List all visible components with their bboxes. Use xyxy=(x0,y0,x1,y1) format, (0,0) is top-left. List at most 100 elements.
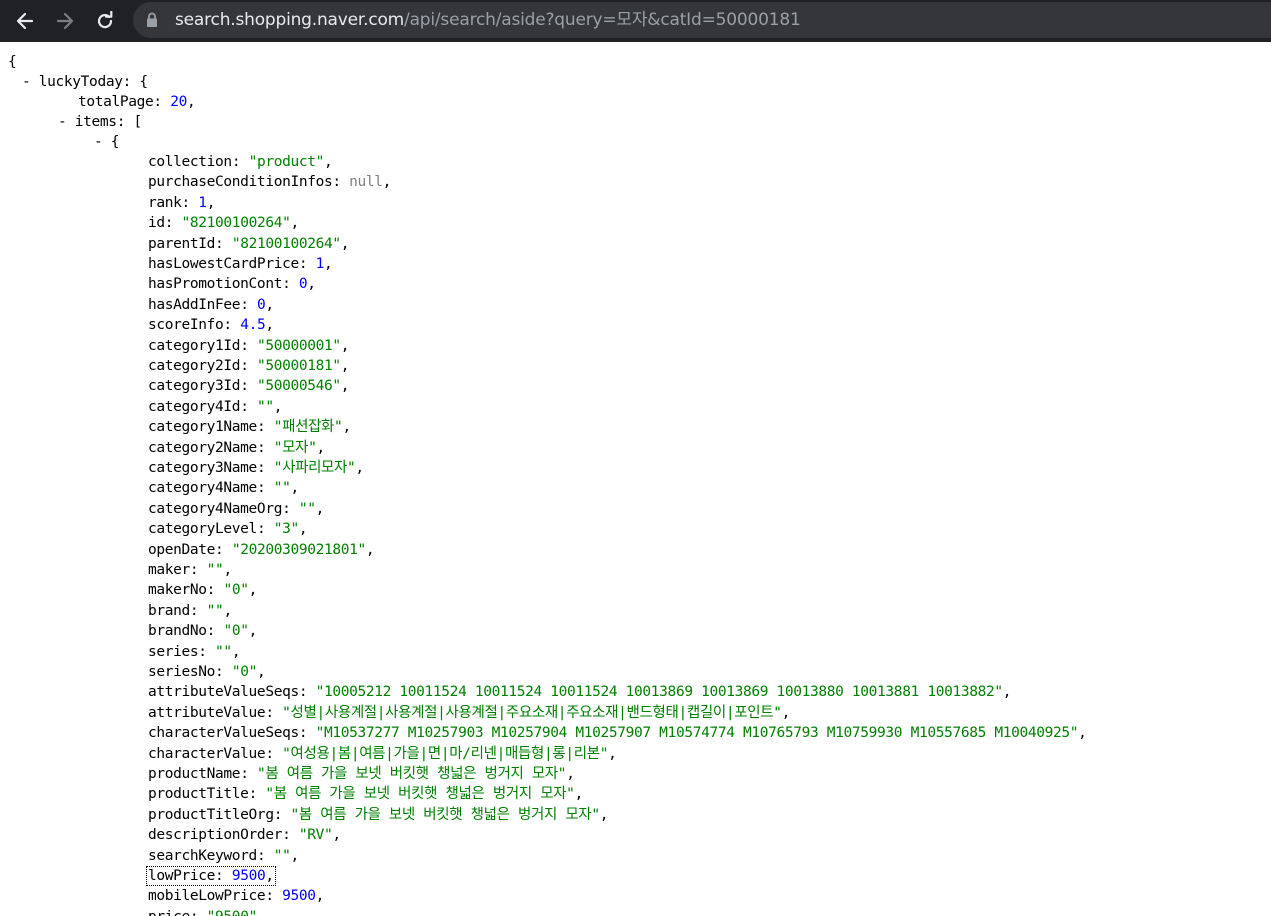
json-field-row: categoryLevel: "3", xyxy=(148,519,308,539)
json-field-row: category3Name: "사파리모자", xyxy=(148,458,364,478)
json-field-row: attributeValue: "성별|사용계절|사용계절|사용계절|주요소재|… xyxy=(148,703,790,723)
json-field: brandNo: "0", xyxy=(148,623,257,640)
json-value: 9500 xyxy=(282,888,316,905)
json-field-row: category1Id: "50000001", xyxy=(148,336,350,356)
json-field: attributeValue: "성별|사용계절|사용계절|사용계절|주요소재|… xyxy=(148,704,790,721)
json-field-row: id: "82100100264", xyxy=(148,213,299,233)
json-key: brand xyxy=(148,602,190,619)
json-value: "0" xyxy=(223,623,249,640)
json-field: category3Name: "사파리모자", xyxy=(148,460,364,476)
json-value: "여성용|봄|여름|가을|면|마/리넨|매듭형|롱|리본" xyxy=(282,745,609,762)
json-field-row: hasPromotionCont: 0, xyxy=(148,274,316,294)
json-value: "RV" xyxy=(298,827,333,844)
json-key: category4NameOrg xyxy=(148,500,283,517)
json-key: productName xyxy=(148,766,241,782)
json-value: "9500" xyxy=(207,909,258,916)
json-field: productTitle: "봄 여름 가을 보넷 버킷햇 챙넓은 벙거지 모자… xyxy=(148,786,583,803)
json-field: parentId: "82100100264", xyxy=(148,235,350,252)
json-value: 4.5 xyxy=(240,317,266,334)
json-key: category2Name xyxy=(148,439,257,456)
json-value: "사파리모자" xyxy=(273,460,356,476)
json-field-row: lowPrice: 9500, xyxy=(146,866,276,886)
json-field: productTitleOrg: "봄 여름 가을 보넷 버킷햇 챙넓은 벙거지… xyxy=(148,806,609,823)
json-field-row: series: "", xyxy=(148,642,241,662)
json-value: "3" xyxy=(273,521,299,538)
json-value: "" xyxy=(206,602,224,619)
json-key: category4Id xyxy=(148,398,241,415)
json-key: rank xyxy=(148,194,182,211)
json-key: characterValue xyxy=(148,745,266,762)
json-field: category3Id: "50000546", xyxy=(148,378,350,395)
json-value: "봄 여름 가을 보넷 버킷햇 챙넓은 벙거지 모자" xyxy=(290,806,600,823)
json-viewer: { - luckyToday: { totalPage: 20, - items… xyxy=(0,42,1271,916)
json-value: 1 xyxy=(198,194,207,211)
json-field: scoreInfo: 4.5, xyxy=(148,317,274,334)
json-value: 0 xyxy=(256,296,266,313)
json-key: hasAddInFee xyxy=(148,296,241,313)
json-key: category3Id xyxy=(148,378,241,395)
json-value: "82100100264" xyxy=(231,235,341,252)
json-key: descriptionOrder xyxy=(148,827,283,844)
json-field-row: parentId: "82100100264", xyxy=(148,234,349,254)
json-field-row: brand: "", xyxy=(148,601,232,621)
url-host: search.shopping.naver.com xyxy=(175,10,405,30)
back-button[interactable] xyxy=(9,5,41,37)
json-field: category4Name: "", xyxy=(148,480,299,497)
json-field-row: rank: 1, xyxy=(148,193,215,213)
json-field: category4NameOrg: "", xyxy=(148,500,324,517)
json-value: "50000546" xyxy=(256,378,341,395)
item-open-row: - { xyxy=(94,132,120,152)
json-value: "0" xyxy=(231,664,257,680)
json-key: lowPrice xyxy=(148,868,216,884)
json-key: mobileLowPrice xyxy=(148,888,266,905)
json-field: category2Id: "50000181", xyxy=(148,358,350,374)
json-value: "패션잡화" xyxy=(273,419,343,436)
json-brace: { xyxy=(139,74,148,90)
forward-button[interactable] xyxy=(49,5,81,37)
json-field-row: searchKeyword: "", xyxy=(148,846,299,866)
json-key: collection xyxy=(148,154,232,170)
json-field-row: openDate: "20200309021801", xyxy=(148,540,375,560)
json-field-row: productTitleOrg: "봄 여름 가을 보넷 버킷햇 챙넓은 벙거지… xyxy=(148,805,608,825)
collapse-toggle[interactable]: - xyxy=(58,114,67,130)
json-field-row: category4Id: "", xyxy=(148,397,282,417)
json-key: series xyxy=(148,643,199,660)
json-value: 1 xyxy=(315,256,325,272)
json-key: characterValueSeqs xyxy=(148,725,299,742)
json-key: categoryLevel xyxy=(148,521,257,538)
url-text[interactable]: search.shopping.naver.com/api/search/asi… xyxy=(175,0,801,40)
json-key: hasPromotionCont xyxy=(148,276,283,293)
back-arrow-icon xyxy=(16,12,34,30)
json-field: descriptionOrder: "RV", xyxy=(148,827,341,844)
json-value: 0 xyxy=(298,276,308,293)
json-field-row: characterValueSeqs: "M10537277 M10257903… xyxy=(148,723,1087,743)
json-field-row: maker: "", xyxy=(148,560,232,580)
json-key: scoreInfo xyxy=(148,317,224,334)
json-field: characterValueSeqs: "M10537277 M10257903… xyxy=(148,725,1087,742)
json-value: "성별|사용계절|사용계절|사용계절|주요소재|주요소재|밴드형태|캡길이|포인… xyxy=(282,704,782,721)
json-key: parentId xyxy=(148,235,216,252)
json-key: category1Name xyxy=(148,419,257,436)
json-field: collection: "product", xyxy=(148,154,333,170)
json-value: "" xyxy=(298,500,316,517)
json-brace: { xyxy=(110,134,120,150)
json-field: price: "9500", xyxy=(148,909,266,916)
json-value: "" xyxy=(273,847,291,864)
json-value: "10005212 10011524 10011524 10011524 100… xyxy=(315,684,1003,701)
json-value: "M10537277 M10257903 M10257904 M10257907… xyxy=(315,725,1079,742)
collapse-toggle[interactable]: - xyxy=(22,74,31,90)
json-field-row: characterValue: "여성용|봄|여름|가을|면|마/리넨|매듭형|… xyxy=(148,744,617,764)
json-field-row: category4NameOrg: "", xyxy=(148,499,324,519)
json-field: category1Name: "패션잡화", xyxy=(148,419,351,436)
json-key: id xyxy=(148,215,165,232)
json-field-row: purchaseConditionInfos: null, xyxy=(148,172,391,192)
reload-icon xyxy=(97,11,113,29)
json-field: brand: "", xyxy=(148,602,232,619)
json-field: category4Id: "", xyxy=(148,398,283,415)
json-key: category3Name xyxy=(148,460,257,476)
collapse-toggle[interactable]: - xyxy=(94,134,103,150)
json-key: category4Name xyxy=(148,480,257,497)
json-field: maker: "", xyxy=(148,562,232,578)
json-field: seriesNo: "0", xyxy=(148,664,266,680)
reload-button[interactable] xyxy=(89,5,121,37)
